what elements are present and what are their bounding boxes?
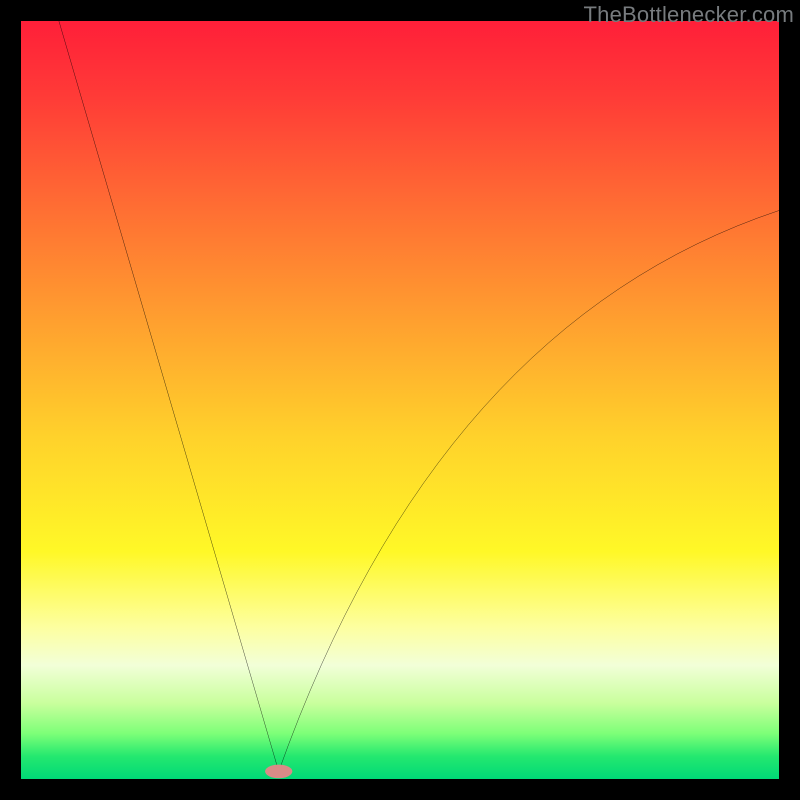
optimal-marker (265, 765, 292, 779)
watermark-text: TheBottlenecker.com (584, 2, 794, 28)
gradient-background (21, 21, 779, 779)
bottleneck-chart (21, 21, 779, 779)
chart-frame (21, 21, 779, 779)
